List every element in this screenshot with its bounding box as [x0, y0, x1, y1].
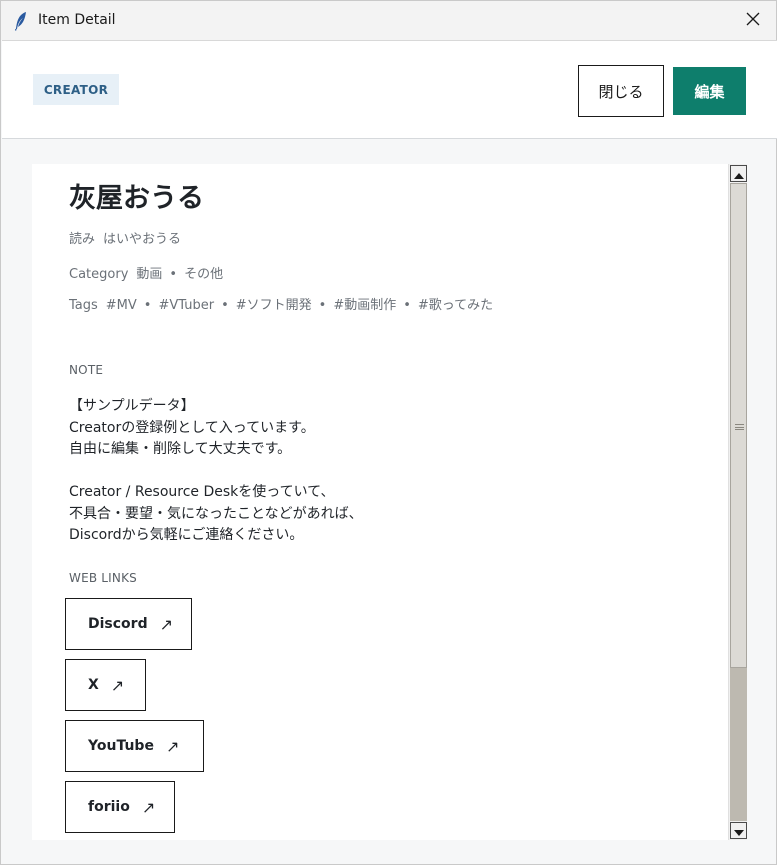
- external-link-icon: ↗: [110, 675, 125, 695]
- note-line: 自由に編集・削除して大丈夫です。: [69, 441, 292, 457]
- external-link-icon: ↗: [141, 797, 156, 817]
- tag: #ソフト開発: [235, 298, 312, 313]
- title-bar[interactable]: Item Detail: [1, 1, 776, 40]
- triangle-up-icon: [733, 164, 744, 183]
- reading-label: 読み: [69, 232, 96, 247]
- scroll-thumb[interactable]: [730, 183, 747, 668]
- type-badge: CREATOR: [33, 74, 119, 105]
- external-link-icon: ↗: [159, 614, 174, 634]
- grip-icon: [735, 424, 744, 430]
- tag: #歌ってみた: [417, 298, 494, 313]
- scroll-up-button[interactable]: [730, 165, 747, 182]
- tag: #動画制作: [333, 298, 397, 313]
- triangle-down-icon: [733, 821, 744, 840]
- reading-value: はいやおうる: [103, 232, 182, 247]
- link-label: YouTube: [88, 738, 154, 754]
- link-label: foriio: [88, 799, 130, 815]
- category-value: その他: [184, 267, 224, 282]
- scroll-track[interactable]: [730, 183, 747, 821]
- vertical-scrollbar[interactable]: [728, 164, 747, 840]
- note-heading: NOTE: [69, 363, 104, 377]
- external-link-icon: ↗: [165, 736, 180, 756]
- feather-icon: [14, 11, 28, 31]
- tag: #MV: [105, 298, 137, 313]
- link-foriio[interactable]: foriio ↗: [65, 781, 175, 833]
- item-name: 灰屋おうる: [69, 183, 204, 214]
- link-label: Discord: [88, 616, 148, 632]
- note-line: Discordから気軽にご連絡ください。: [69, 527, 304, 543]
- close-button[interactable]: 閉じる: [578, 65, 664, 117]
- category-value: 動画: [136, 267, 163, 282]
- note-line: Creator / Resource Deskを使っていて、: [69, 484, 335, 500]
- separator-dot: •: [143, 298, 152, 313]
- separator-dot: •: [169, 267, 178, 282]
- link-label: X: [88, 677, 99, 693]
- web-links-heading: WEB LINKS: [69, 571, 137, 585]
- detail-content: 灰屋おうる 読み はいやおうる Category 動画 • その他 Tags #MV • #V…: [32, 164, 728, 840]
- separator-dot: •: [403, 298, 411, 313]
- category-row: Category 動画 • その他: [69, 263, 223, 282]
- detail-header: CREATOR 閉じる 編集: [2, 40, 777, 139]
- tags-label: Tags: [69, 298, 98, 313]
- tag: #VTuber: [158, 298, 215, 313]
- reading-row: 読み はいやおうる: [69, 228, 181, 247]
- separator-dot: •: [221, 298, 229, 313]
- note-line: [69, 461, 363, 483]
- note-line: 不具合・要望・気になったことなどがあれば、: [69, 505, 363, 522]
- link-x[interactable]: X ↗: [65, 659, 146, 711]
- tags-row: Tags #MV • #VTuber • #ソフト開発 • #動画制作 • #歌ってみた: [69, 294, 493, 313]
- separator-dot: •: [318, 298, 327, 313]
- link-youtube[interactable]: YouTube ↗: [65, 720, 204, 772]
- close-icon: [746, 11, 760, 30]
- note-line: Creatorの登録例として入っています。: [69, 419, 315, 436]
- note-body: 【サンプルデータ】 Creatorの登録例として入っています。 自由に編集・削除…: [69, 396, 363, 547]
- note-line: 【サンプルデータ】: [69, 398, 195, 414]
- category-label: Category: [69, 267, 129, 282]
- scroll-down-button[interactable]: [730, 822, 747, 839]
- window-title: Item Detail: [38, 12, 116, 28]
- link-discord[interactable]: Discord ↗: [65, 598, 192, 650]
- window-close-button[interactable]: [730, 1, 776, 40]
- item-detail-window: Item Detail CREATOR 閉じる 編集 灰屋おうる 読み はいやおう…: [0, 0, 777, 865]
- edit-button[interactable]: 編集: [673, 67, 746, 115]
